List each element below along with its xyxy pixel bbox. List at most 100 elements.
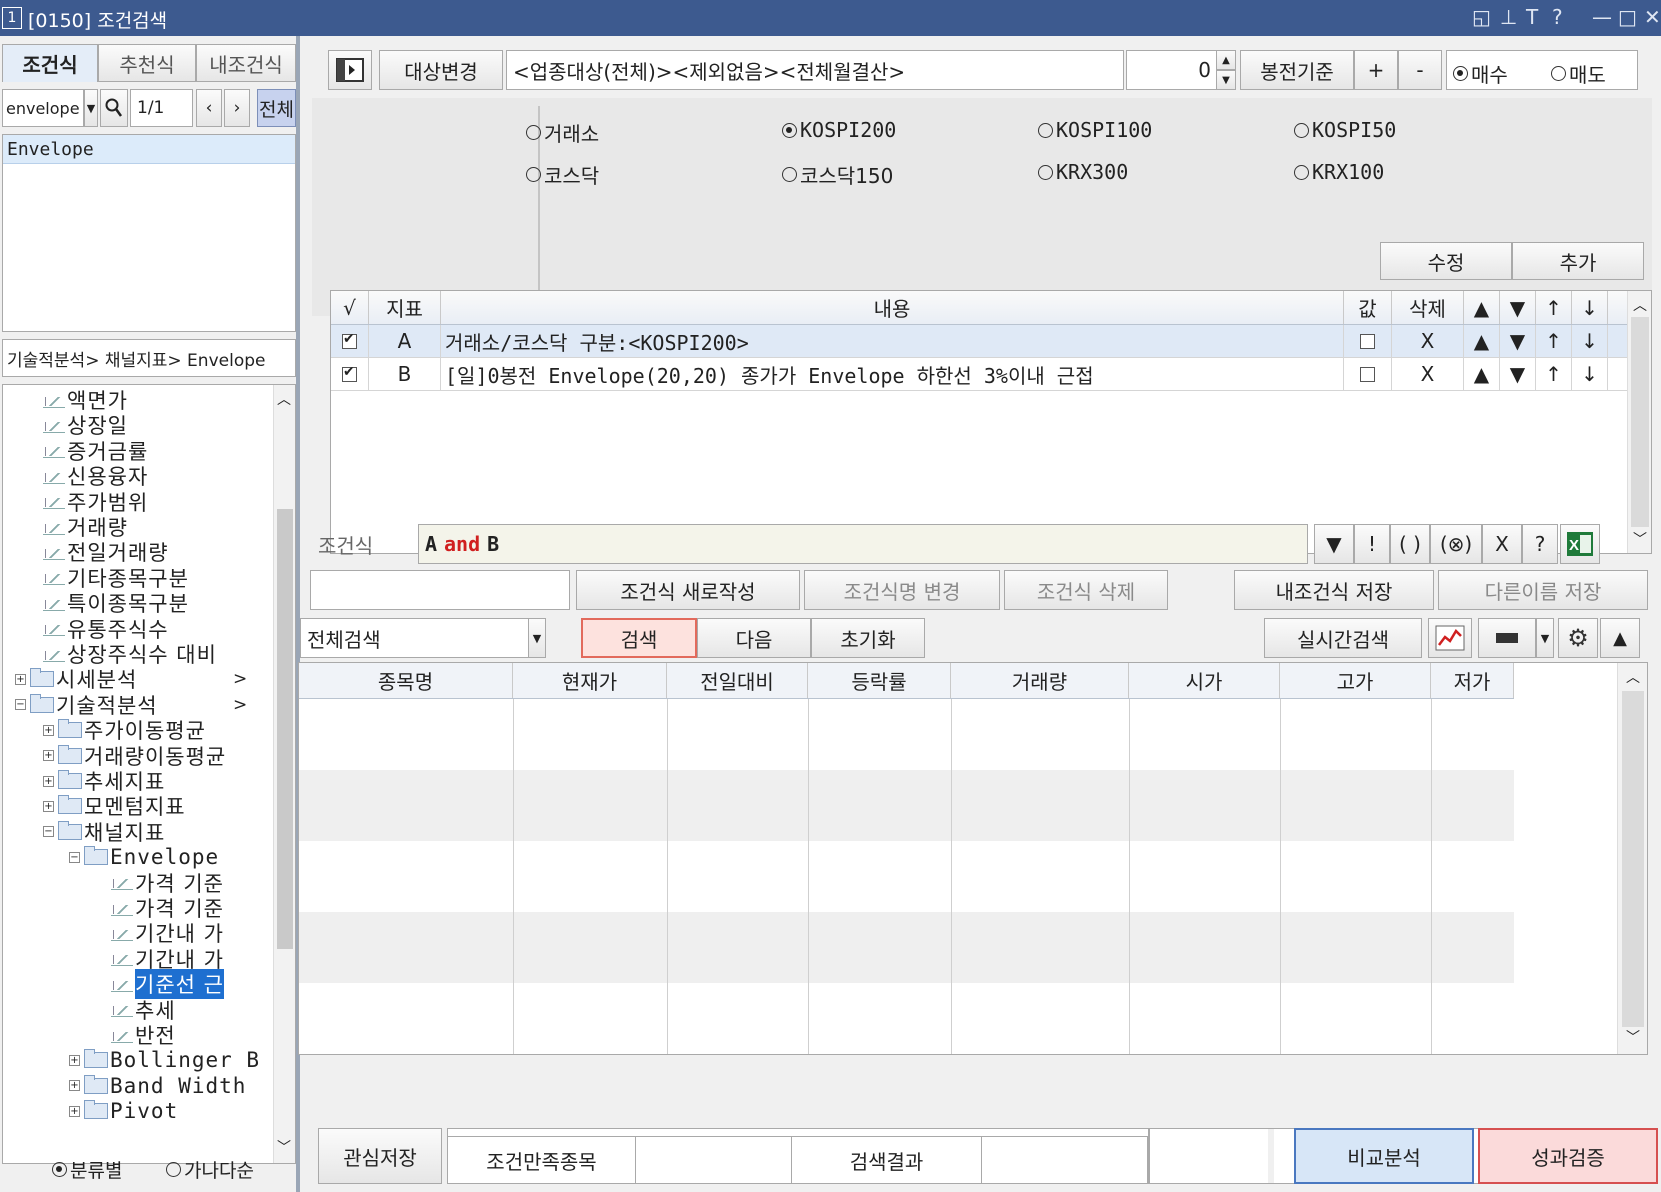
target-change-button[interactable]: 대상변경 bbox=[379, 50, 503, 90]
scope-dropdown-icon[interactable]: ▼ bbox=[528, 618, 546, 658]
new-condition-button[interactable]: 조건식 새로작성 bbox=[576, 570, 800, 610]
collapse-icon[interactable]: − bbox=[69, 851, 80, 863]
tab-recommended[interactable]: 추천식 bbox=[98, 44, 196, 82]
tree-item[interactable]: 기타종목구분 bbox=[43, 565, 189, 591]
font-icon[interactable]: T bbox=[1526, 5, 1538, 29]
delete-condition-button[interactable]: 조건식 삭제 bbox=[1004, 570, 1168, 610]
tree-item[interactable]: 가격 기준 bbox=[111, 870, 224, 896]
prev-arrow-icon[interactable]: ‹ bbox=[196, 89, 222, 127]
move-top-icon[interactable]: ▲ bbox=[1464, 325, 1500, 357]
tab-conditions[interactable]: 조건식 bbox=[2, 44, 98, 82]
add-button[interactable]: 추가 bbox=[1512, 242, 1644, 280]
search-dropdown-icon[interactable]: ▼ bbox=[84, 89, 98, 127]
condition-row[interactable]: B[일]0봉전 Envelope(20,20) 종가가 Envelope 하한선… bbox=[331, 358, 1627, 391]
market-radio[interactable]: KOSPI50 bbox=[1294, 118, 1396, 142]
tree-item[interactable]: 유통주식수 bbox=[43, 616, 169, 642]
tree-item[interactable]: + Pivot bbox=[69, 1098, 178, 1124]
collapse-icon[interactable]: − bbox=[43, 826, 54, 838]
realtime-search-button[interactable]: 실시간검색 bbox=[1264, 618, 1422, 658]
spin-up-icon[interactable]: ▲ bbox=[1216, 50, 1236, 70]
checkbox-checked-icon[interactable] bbox=[342, 364, 357, 382]
expand-icon[interactable]: + bbox=[69, 1080, 80, 1092]
expr-help-button[interactable]: ? bbox=[1522, 524, 1558, 564]
expand-icon[interactable]: + bbox=[69, 1105, 80, 1117]
scroll-down-icon[interactable]: ﹀ bbox=[277, 1137, 291, 1157]
move-up-icon[interactable]: ↑ bbox=[1536, 358, 1572, 390]
market-radio[interactable]: KRX300 bbox=[1038, 160, 1128, 184]
pin-icon[interactable]: ⊥ bbox=[1500, 5, 1517, 29]
checkbox-icon[interactable] bbox=[1360, 333, 1375, 349]
minus-button[interactable]: - bbox=[1398, 50, 1442, 90]
rename-condition-button[interactable]: 조건식명 변경 bbox=[804, 570, 1000, 610]
expr-dropdown-button[interactable]: ▼ bbox=[1314, 524, 1354, 564]
row-value-check[interactable] bbox=[1344, 358, 1392, 390]
tree-item[interactable]: 액면가 bbox=[43, 387, 128, 413]
tree-item[interactable]: + 주가이동평균 bbox=[43, 717, 206, 743]
row-check[interactable] bbox=[331, 358, 369, 390]
scroll-up-icon[interactable]: ︿ bbox=[1633, 295, 1647, 315]
scroll-down-icon[interactable]: ﹀ bbox=[1633, 529, 1647, 549]
tree-item[interactable]: 거래량 bbox=[43, 514, 128, 540]
save-condition-button[interactable]: 내조건식 저장 bbox=[1234, 570, 1434, 610]
tree-item[interactable]: + 시세분석 > bbox=[15, 666, 247, 692]
move-up-icon[interactable]: ↑ bbox=[1536, 325, 1572, 357]
row-delete-button[interactable]: X bbox=[1392, 325, 1464, 357]
excel-icon[interactable]: X bbox=[1560, 524, 1600, 564]
tree-scrollbar[interactable]: ︿ ﹀ bbox=[273, 385, 295, 1163]
condition-scrollbar[interactable]: ︿ ﹀ bbox=[1627, 291, 1651, 553]
market-radio[interactable]: KRX100 bbox=[1294, 160, 1384, 184]
reset-button[interactable]: 초기화 bbox=[811, 618, 925, 658]
tree-item[interactable]: + 거래량이동평균 bbox=[43, 743, 226, 769]
tree-item[interactable]: + 추세지표 bbox=[43, 768, 165, 794]
settings-gear-icon[interactable]: ⚙ bbox=[1558, 618, 1598, 658]
tree-item[interactable]: 전일거래량 bbox=[43, 539, 169, 565]
bar-basis-button[interactable]: 봉전기준 bbox=[1240, 50, 1354, 90]
tree-item[interactable]: 특이종목구분 bbox=[43, 590, 189, 616]
market-radio[interactable]: 코스닥150 bbox=[782, 160, 893, 189]
sort-by-alpha[interactable]: 가나다순 bbox=[166, 1156, 254, 1183]
tree-item[interactable]: − Envelope bbox=[69, 844, 219, 870]
tree-item[interactable]: + 모멘텀지표 bbox=[43, 793, 186, 819]
save-as-button[interactable]: 다른이름 저장 bbox=[1438, 570, 1648, 610]
table-row[interactable] bbox=[299, 699, 1514, 770]
scroll-down-icon[interactable]: ﹀ bbox=[1626, 1027, 1640, 1047]
next-arrow-icon[interactable]: › bbox=[224, 89, 250, 127]
expr-not-button[interactable]: ! bbox=[1354, 524, 1390, 564]
tree-item[interactable]: 상장주식수 대비 bbox=[43, 641, 217, 667]
expand-icon[interactable]: + bbox=[43, 775, 54, 787]
all-button[interactable]: 전체 bbox=[257, 89, 296, 127]
market-radio[interactable]: KOSPI200 bbox=[782, 118, 896, 142]
layout-icon[interactable]: ◱ bbox=[1472, 5, 1491, 29]
close-icon[interactable]: ✕ bbox=[1644, 5, 1661, 29]
buy-radio[interactable]: 매수 bbox=[1453, 59, 1508, 88]
next-button[interactable]: 다음 bbox=[697, 618, 811, 658]
result-item[interactable]: Envelope bbox=[3, 135, 295, 164]
table-row[interactable] bbox=[299, 770, 1514, 841]
checkbox-icon[interactable] bbox=[1360, 366, 1375, 382]
row-value-check[interactable] bbox=[1344, 325, 1392, 357]
display-mode-icon[interactable] bbox=[1478, 618, 1536, 658]
condition-row[interactable]: A거래소/코스닥 구분:<KOSPI200> X▲▼↑↓ bbox=[331, 325, 1627, 358]
collapse-up-icon[interactable]: ▲ bbox=[1600, 618, 1640, 658]
row-check[interactable] bbox=[331, 325, 369, 357]
bar-count-input[interactable]: 0 bbox=[1126, 50, 1218, 90]
expr-xor-button[interactable]: (⊗) bbox=[1430, 524, 1482, 564]
tree-item[interactable]: − 채널지표 bbox=[43, 819, 165, 845]
display-dropdown-icon[interactable]: ▼ bbox=[1536, 618, 1554, 658]
minimize-icon[interactable]: — bbox=[1592, 5, 1612, 29]
search-icon[interactable] bbox=[100, 89, 128, 127]
table-row[interactable] bbox=[299, 912, 1514, 983]
tree-item[interactable]: 기간내 가 bbox=[111, 920, 224, 946]
row-delete-button[interactable]: X bbox=[1392, 358, 1464, 390]
move-bottom-icon[interactable]: ▼ bbox=[1500, 325, 1536, 357]
checkbox-checked-icon[interactable] bbox=[342, 331, 357, 349]
table-row[interactable] bbox=[299, 841, 1514, 912]
move-bottom-icon[interactable]: ▼ bbox=[1500, 358, 1536, 390]
sort-by-category[interactable]: 분류별 bbox=[52, 1156, 122, 1183]
tree-item[interactable]: 주가범위 bbox=[43, 489, 148, 515]
save-watchlist-button[interactable]: 관심저장 bbox=[318, 1128, 442, 1184]
expand-icon[interactable]: + bbox=[43, 800, 54, 812]
plus-button[interactable]: + bbox=[1354, 50, 1398, 90]
tree-item[interactable]: 증거금률 bbox=[43, 438, 148, 464]
compare-analysis-button[interactable]: 비교분석 bbox=[1294, 1128, 1474, 1184]
